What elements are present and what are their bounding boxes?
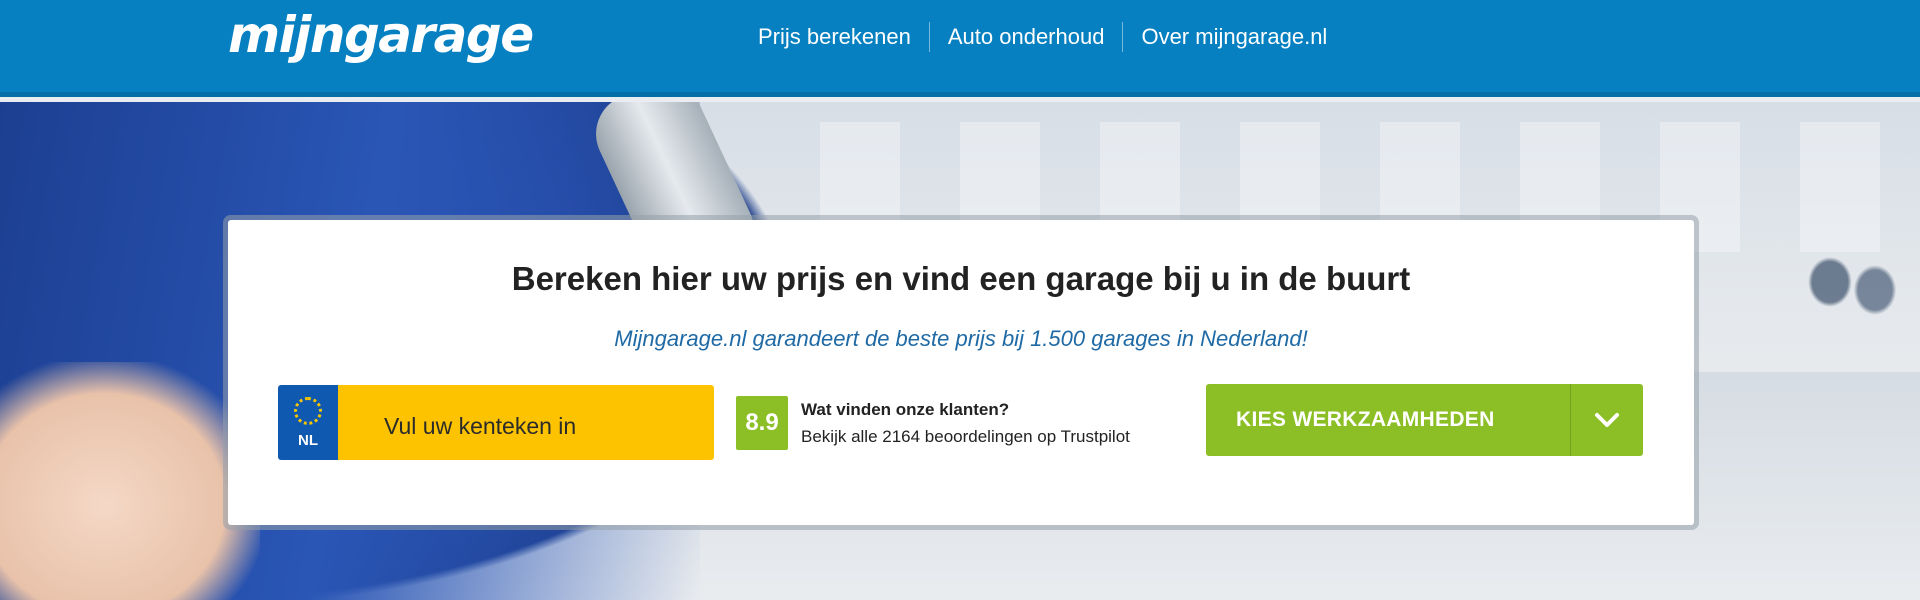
plate-eu-band: NL — [278, 385, 338, 460]
card-title: Bereken hier uw prijs en vind een garage… — [511, 260, 1411, 297]
top-navigation-bar: mijngarage Prijs berekenen Auto onderhou… — [0, 0, 1920, 97]
nav-item-auto-onderhoud[interactable]: Auto onderhoud — [928, 22, 1123, 52]
background-people — [1800, 202, 1900, 362]
nav-item-prijs-berekenen[interactable]: Prijs berekenen — [740, 22, 929, 52]
chevron-down-icon[interactable] — [1571, 384, 1643, 456]
rating-question: Wat vinden onze klanten? — [801, 400, 1010, 419]
main-nav: Prijs berekenen Auto onderhoud Over mijn… — [740, 0, 1345, 74]
eu-stars-icon — [294, 397, 322, 425]
license-plate-field: NL — [278, 385, 714, 460]
card-subtitle: Mijngarage.nl garandeert de beste prijs … — [614, 326, 1308, 351]
rating-score-badge: 8.9 — [736, 396, 788, 450]
plate-country-code: NL — [298, 432, 318, 449]
rating-reviews-text: Bekijk alle 2164 beoordelingen op Trustp… — [801, 427, 1130, 446]
trustpilot-rating-link[interactable]: 8.9 Wat vinden onze klanten? Bekijk alle… — [736, 396, 1186, 450]
site-logo[interactable]: mijngarage — [228, 6, 534, 64]
price-calculator-card: Bereken hier uw prijs en vind een garage… — [228, 220, 1694, 525]
choose-services-label: KIES WERKZAAMHEDEN — [1236, 408, 1495, 431]
license-plate-input[interactable] — [338, 385, 714, 460]
nav-item-over-mijngarage[interactable]: Over mijngarage.nl — [1122, 22, 1345, 52]
mechanic-hand — [0, 362, 260, 600]
choose-services-button[interactable]: KIES WERKZAAMHEDEN — [1206, 384, 1643, 456]
